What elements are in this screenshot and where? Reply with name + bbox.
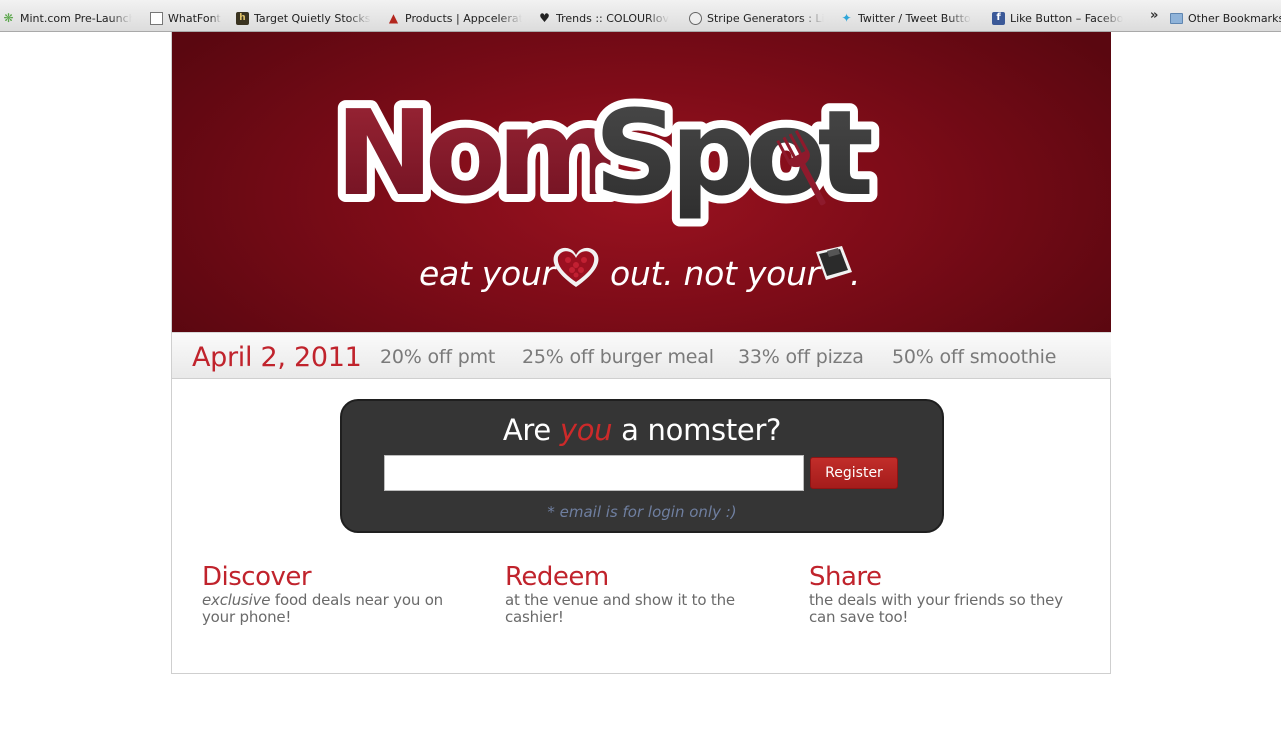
tagline-part-1: eat your	[419, 254, 555, 293]
logo-spot-text: Spot	[594, 84, 872, 222]
nomspot-logo: Nom Nom Spot Spot	[332, 76, 889, 230]
feature-title: Share	[809, 562, 882, 592]
bookmark-target-news[interactable]: h Target Quietly Stocks	[236, 9, 371, 27]
hero-banner: Nom Nom Spot Spot eat your out. not your…	[172, 32, 1111, 332]
bookmarks-bar: ❋ Mint.com Pre-Launch WhatFont h Target …	[0, 0, 1281, 32]
signup-box: Are you a nomster? Register * email is f…	[340, 399, 944, 533]
bookmark-stripe-generators[interactable]: Stripe Generators : Li	[689, 9, 824, 27]
feature-description: at the venue and show it to the cashier!	[505, 591, 735, 626]
deal-item[interactable]: 50% off smoothie	[892, 346, 1056, 368]
bookmark-other-bookmarks[interactable]: Other Bookmarks	[1170, 9, 1281, 27]
bookmarks-overflow-chevron[interactable]: »	[1150, 8, 1158, 23]
email-note: * email is for login only :)	[547, 503, 737, 521]
deal-date: April 2, 2011	[192, 342, 362, 373]
feature-description: exclusive food deals near you on your ph…	[202, 591, 443, 626]
twitter-bird-icon: ✦	[841, 11, 852, 25]
feature-description: the deals with your friends so they can …	[809, 591, 1063, 626]
register-button[interactable]: Register	[810, 457, 898, 489]
page-icon	[150, 11, 163, 25]
stripe-generator-icon	[689, 11, 702, 25]
heart-icon	[553, 247, 599, 287]
appcelerator-icon: ▲	[388, 11, 399, 25]
bookmark-twitter[interactable]: ✦ Twitter / Tweet Butto	[840, 9, 975, 27]
signup-heading: Are you a nomster?	[502, 413, 782, 447]
bookmark-mint[interactable]: ❋ Mint.com Pre-Launch	[2, 9, 132, 27]
deal-item[interactable]: 33% off pizza	[738, 346, 864, 368]
facebook-icon: f	[992, 11, 1005, 25]
feature-redeem: Redeem at the venue and show it to the c…	[505, 562, 765, 626]
feature-discover: Discover exclusive food deals near you o…	[202, 562, 462, 626]
colourlovers-heart-icon: ♥	[539, 11, 550, 25]
tagline-part-3: .	[850, 254, 861, 293]
email-field[interactable]	[384, 455, 804, 491]
deal-item[interactable]: 20% off pmt	[380, 346, 495, 368]
deal-item[interactable]: 25% off burger meal	[522, 346, 714, 368]
bookmark-whatfont[interactable]: WhatFont	[150, 9, 225, 27]
bookmark-facebook[interactable]: f Like Button – Facebo	[992, 9, 1127, 27]
logo-nom-text: Nom	[335, 84, 611, 222]
page-container: Nom Nom Spot Spot eat your out. not your…	[171, 32, 1111, 674]
tagline-part-2: out. not your	[610, 254, 820, 293]
feature-title: Discover	[202, 562, 312, 592]
folder-icon	[1170, 12, 1183, 24]
feature-title: Redeem	[505, 562, 609, 592]
daily-deals-strip: April 2, 2011 20% off pmt 25% off burger…	[172, 332, 1111, 379]
bookmark-appcelerator[interactable]: ▲ Products | Appcelerat	[387, 9, 522, 27]
target-news-icon: h	[236, 11, 249, 25]
bookmark-colourlovers[interactable]: ♥ Trends :: COLOURlov	[538, 9, 673, 27]
feature-share: Share the deals with your friends so the…	[809, 562, 1069, 626]
mint-icon: ❋	[3, 11, 14, 25]
